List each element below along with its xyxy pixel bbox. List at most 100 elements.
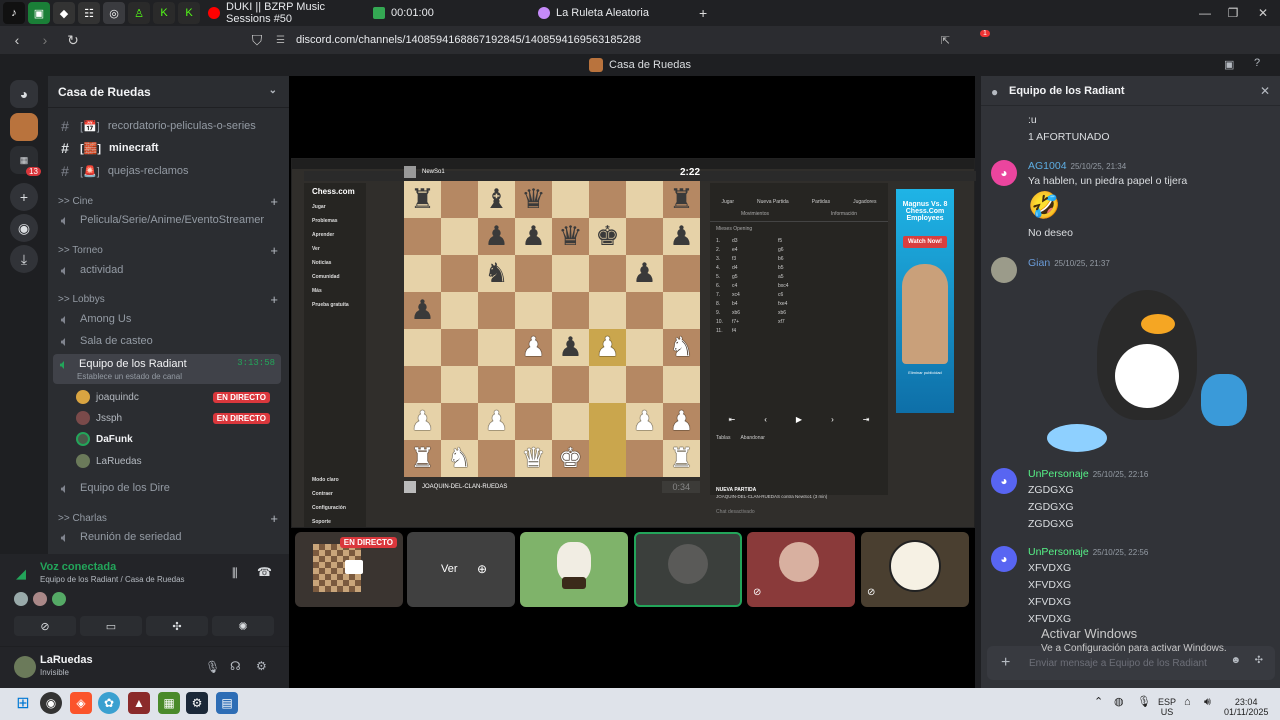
tray-app-icon[interactable]: ◍ <box>1114 697 1124 708</box>
add-channel-icon[interactable]: + <box>270 194 278 209</box>
move-cell[interactable]: f7+ <box>732 319 778 325</box>
chess-piece[interactable]: ♟ <box>632 260 656 287</box>
chessboard[interactable]: ♜ ♝ ♛ ♜ ♟ ♟ ♛ ♚ ♟ ♞ ♟ ♟ ♟ ♟ ♟ ♞ ♟ ♟ ♟ ♟ ♜ ♞ ♛ ♚ ♜ <box>404 181 700 477</box>
board-square[interactable] <box>515 366 552 403</box>
voice-channel-actividad[interactable]: 🔈︎ actividad <box>58 260 283 280</box>
add-channel-icon[interactable]: + <box>270 243 278 258</box>
screen-share-icon[interactable]: ▭ <box>80 616 142 636</box>
chess-menu-item[interactable]: Comunidad <box>304 270 366 284</box>
chess-piece[interactable]: ♟ <box>410 408 434 435</box>
chess-menu-bottom-item[interactable]: Soporte <box>304 515 354 529</box>
forward-icon[interactable]: › <box>34 29 56 51</box>
tile-user-jose[interactable]: ⊘ <box>861 532 969 607</box>
move-cell[interactable]: fxe4 <box>778 301 824 307</box>
tab-ruleta[interactable]: La Ruleta Aleatoria <box>530 0 695 26</box>
server-casa-de-ruedas[interactable] <box>10 113 38 141</box>
board-square[interactable]: ♞ <box>663 329 700 366</box>
panel-tab[interactable]: Información <box>831 211 857 217</box>
tab-youtube[interactable]: DUKI || BZRP Music Sessions #50 <box>200 0 365 26</box>
download-icon[interactable]: ⤓ <box>10 245 38 273</box>
board-square[interactable]: ♟ <box>663 218 700 255</box>
add-channel-icon[interactable]: + <box>270 292 278 307</box>
chess-piece[interactable]: ♛ <box>521 445 545 472</box>
chess-piece[interactable]: ♚ <box>595 223 619 250</box>
board-square[interactable]: ♞ <box>441 440 478 477</box>
chess-piece[interactable]: ♞ <box>447 445 471 472</box>
board-square[interactable]: ♟ <box>404 403 441 440</box>
chess-menu-item[interactable]: Problemas <box>304 214 366 228</box>
board-square[interactable]: ♟ <box>626 403 663 440</box>
channel-recordatorio[interactable]: # [📅] recordatorio-peliculas-o-series <box>58 116 283 136</box>
activities-icon[interactable]: ✣ <box>146 616 208 636</box>
chess-piece[interactable]: ♟ <box>558 334 582 361</box>
category-lobbys[interactable]: >> Lobbys + <box>58 292 278 308</box>
board-square[interactable]: ♟ <box>663 403 700 440</box>
panel-tab[interactable]: Jugar <box>722 199 735 205</box>
user-avatar[interactable] <box>14 656 36 678</box>
board-square[interactable] <box>441 403 478 440</box>
board-square[interactable] <box>478 292 515 329</box>
pinned-tab-6[interactable]: ♙ <box>128 2 150 24</box>
board-square[interactable] <box>589 292 626 329</box>
stream-tile-jssph[interactable]: Ver ⊕ <box>407 532 515 607</box>
windows-start-icon[interactable]: ⊞ <box>12 692 34 714</box>
chess-menu-bottom-item[interactable]: Contraer <box>304 487 354 501</box>
category-torneo[interactable]: >> Torneo + <box>58 243 278 259</box>
board-square[interactable] <box>552 292 589 329</box>
move-cell[interactable]: g5 <box>732 274 778 280</box>
board-square[interactable]: ♚ <box>589 218 626 255</box>
microphone-icon[interactable]: 🎙︎ <box>205 660 220 674</box>
watch-stream-label[interactable]: Ver <box>441 563 458 575</box>
play-icon[interactable]: ▶ <box>796 415 802 427</box>
board-square[interactable] <box>589 403 626 440</box>
move-cell[interactable]: f5 <box>778 238 824 244</box>
channel-quejas[interactable]: # [🚨] quejas-reclamos <box>58 161 283 181</box>
board-square[interactable]: ♞ <box>478 255 515 292</box>
board-square[interactable] <box>552 255 589 292</box>
soundboard-icon[interactable]: ⫼ <box>232 566 238 581</box>
stream-tile-joaquindc[interactable]: EN DIRECTO <box>295 532 403 607</box>
apps-icon[interactable]: ✣ <box>1255 655 1263 666</box>
move-cell[interactable]: d4 <box>732 265 778 271</box>
emoji-icon[interactable]: ☻ <box>1230 655 1241 666</box>
chess-menu-bottom-item[interactable]: Configuración <box>304 501 354 515</box>
board-square[interactable]: ♜ <box>663 440 700 477</box>
move-cell[interactable]: g6 <box>778 247 824 253</box>
chess-menu-item[interactable]: Noticias <box>304 256 366 270</box>
disconnect-icon[interactable]: ☎ <box>257 565 272 579</box>
participant-avatar[interactable] <box>52 592 66 606</box>
board-square[interactable]: ♟ <box>478 403 515 440</box>
tab-timer[interactable]: 00:01:00 <box>365 0 530 26</box>
voice-user-joaquindc[interactable]: joaquindc EN DIRECTO <box>76 388 276 406</box>
board-square[interactable]: ♟ <box>515 329 552 366</box>
board-square[interactable] <box>441 292 478 329</box>
tray-mic-icon[interactable]: 🎙︎ <box>1137 697 1151 708</box>
clock[interactable]: 23:04 01/11/2025 <box>1224 697 1268 717</box>
board-square[interactable] <box>404 255 441 292</box>
board-square[interactable]: ♛ <box>552 218 589 255</box>
chess-piece[interactable]: ♜ <box>410 445 434 472</box>
board-square[interactable]: ♟ <box>515 218 552 255</box>
move-cell[interactable]: xb6 <box>732 310 778 316</box>
board-square[interactable]: ♜ <box>404 440 441 477</box>
camera-off-icon[interactable]: ⊘ <box>14 616 76 636</box>
board-square[interactable] <box>663 292 700 329</box>
shared-screen-chess[interactable]: Chess.com Jugar Problemas Aprender Ver Notic… <box>291 158 976 529</box>
tile-user-cat[interactable] <box>520 532 628 607</box>
move-cell[interactable]: b6 <box>778 256 824 262</box>
chess-piece[interactable]: ♟ <box>521 223 545 250</box>
tray-chevron-icon[interactable]: ⌃ <box>1094 697 1103 708</box>
chess-piece[interactable]: ♞ <box>484 260 508 287</box>
steam-icon[interactable]: ⚙ <box>186 692 208 714</box>
panel-tab[interactable]: Movimientos <box>741 211 769 217</box>
chess-piece[interactable]: ♚ <box>558 445 582 472</box>
discord-avatar-icon[interactable]: ◕ <box>991 160 1017 186</box>
kick-tab-2[interactable]: K <box>178 2 200 24</box>
chess-piece[interactable]: ♜ <box>669 445 693 472</box>
chess-piece[interactable]: ♞ <box>669 334 693 361</box>
tile-user-laughing[interactable]: ⊘ <box>747 532 855 607</box>
voice-user-laruedas[interactable]: LaRuedas <box>76 452 276 470</box>
voice-channel-sala-casteo[interactable]: 🔈︎ Sala de casteo <box>58 331 283 351</box>
discord-avatar-icon[interactable]: ◕ <box>991 546 1017 572</box>
board-square[interactable] <box>626 292 663 329</box>
